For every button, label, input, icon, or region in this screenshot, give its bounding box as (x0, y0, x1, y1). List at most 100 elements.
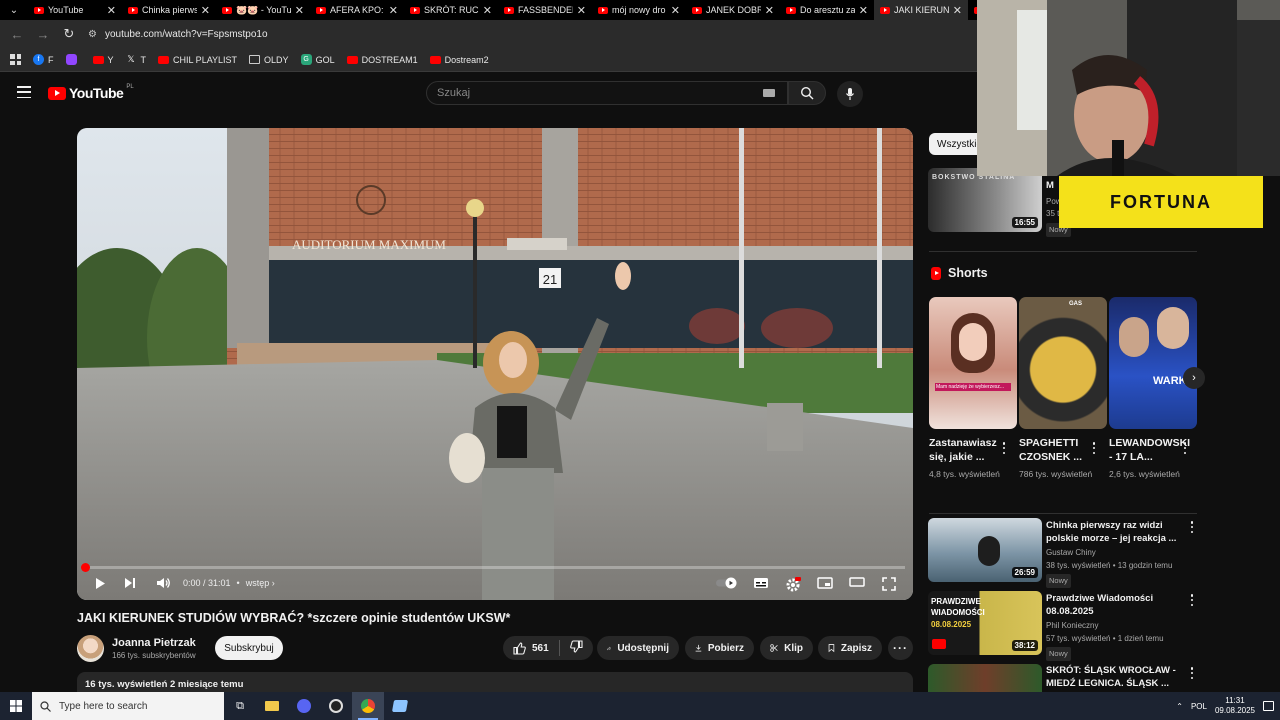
short-menu-button[interactable] (1182, 442, 1188, 454)
close-tab-icon[interactable]: ✕ (295, 4, 304, 17)
video-thumbnail[interactable] (928, 664, 1042, 692)
close-tab-icon[interactable]: ✕ (201, 4, 210, 17)
mute-button[interactable] (155, 577, 171, 589)
chrome-button[interactable] (352, 692, 384, 720)
video-menu-button[interactable] (1189, 667, 1195, 679)
video-menu-button[interactable] (1189, 594, 1195, 606)
fullscreen-button[interactable] (880, 577, 898, 591)
video-channel[interactable]: Phil Konieczny (1046, 620, 1098, 632)
bookmark-item[interactable]: DOSTREAM1 (346, 54, 418, 65)
browser-tab[interactable]: JANEK DOBR ✕ (686, 0, 780, 20)
progress-bar[interactable] (81, 563, 905, 572)
share-button[interactable]: Udostępnij (597, 636, 679, 660)
search-button[interactable] (788, 81, 826, 105)
bookmark-item[interactable] (65, 54, 81, 65)
save-button[interactable]: Zapisz (818, 636, 882, 660)
video-thumbnail[interactable]: 26:59 (928, 518, 1042, 582)
browser-tab[interactable]: Chinka pierwsz✕ (122, 0, 216, 20)
close-tab-icon[interactable]: ✕ (953, 4, 962, 17)
bookmark-item[interactable]: Y (92, 54, 114, 65)
browser-tab[interactable]: YouTube ✕ (28, 0, 122, 20)
channel-avatar[interactable] (77, 634, 104, 662)
notifications-icon[interactable] (1263, 701, 1274, 711)
close-tab-icon[interactable]: ✕ (107, 4, 116, 17)
back-button[interactable]: ← (6, 23, 28, 45)
short-thumbnail[interactable]: WARK (1109, 297, 1197, 429)
browser-tab[interactable]: JAKI KIERUNE✕ (874, 0, 968, 20)
obs-button[interactable] (320, 692, 352, 720)
bookmark-item[interactable]: OLDY (249, 54, 289, 65)
video-title[interactable]: Chinka pierwszy raz widzi polskie morze … (1046, 520, 1178, 545)
url-field[interactable]: ⚙ youtube.com/watch?v=Fspsmstpo1o (88, 23, 268, 45)
channel-name[interactable]: Joanna Pietrzak (112, 637, 196, 649)
video-menu-button[interactable] (1189, 521, 1195, 533)
subscribe-button[interactable]: Subskrybuj (215, 636, 283, 660)
download-button[interactable]: Pobierz (685, 636, 754, 660)
clock[interactable]: 11:31 09.08.2025 (1215, 696, 1255, 716)
language-indicator[interactable]: POL (1191, 702, 1207, 711)
youtube-logo[interactable]: YouTube PL (48, 84, 134, 101)
apps-icon[interactable] (10, 54, 21, 65)
tray-overflow-icon[interactable]: ⌃ (1176, 702, 1183, 711)
browser-tab[interactable]: Do aresztu za ✕ (780, 0, 874, 20)
close-tab-icon[interactable]: ✕ (389, 4, 398, 17)
video-thumbnail[interactable]: PRAWDZIWE WIADOMOŚCI 08.08.2025 38:12 (928, 591, 1042, 655)
video-channel[interactable]: Gustaw Chiny (1046, 547, 1096, 559)
chapter-button[interactable]: wstęp › (246, 578, 275, 588)
bookmark-item[interactable]: fF (33, 54, 54, 65)
keyboard-icon[interactable] (763, 89, 775, 97)
search-input[interactable]: Szukaj (426, 81, 788, 105)
task-view-button[interactable]: ⧉ (224, 692, 256, 720)
video-title[interactable]: SKRÓT: ŚLĄSK WROCŁAW - MIEDŹ LEGNICA. ŚL… (1046, 665, 1178, 690)
short-menu-button[interactable] (1001, 442, 1007, 454)
short-title[interactable]: SPAGHETTI CZOSNEK ... (1019, 436, 1093, 464)
taskbar-search[interactable]: Type here to search (32, 692, 224, 720)
play-button[interactable] (93, 577, 107, 590)
browser-tab[interactable]: AFERA KPO: ✕ (310, 0, 404, 20)
discord-button[interactable] (288, 692, 320, 720)
tab-search-button[interactable]: ⌄ (0, 0, 28, 20)
voice-search-button[interactable] (837, 81, 863, 107)
top-video-thumbnail[interactable]: BOKSTWO STALINA 16:55 (928, 168, 1042, 232)
clip-button[interactable]: Klip (760, 636, 813, 660)
guide-menu-icon[interactable] (17, 86, 31, 98)
theater-mode-button[interactable] (848, 577, 866, 587)
top-video-title[interactable]: M (1046, 180, 1060, 193)
scrubber-handle[interactable] (81, 563, 90, 572)
video-player[interactable]: AUDITORIUM MAXIMUM 21 0:00 / 31:01 • wst… (77, 128, 913, 600)
short-thumbnail[interactable]: GAS (1019, 297, 1107, 429)
settings-button[interactable] (784, 577, 802, 593)
short-thumbnail[interactable]: Mam nadzieję że wybierzesz... (929, 297, 1017, 429)
more-actions-button[interactable]: ··· (888, 636, 913, 660)
close-tab-icon[interactable]: ✕ (577, 4, 586, 17)
autoplay-toggle[interactable] (715, 577, 739, 589)
close-tab-icon[interactable]: ✕ (483, 4, 492, 17)
reload-button[interactable]: ↻ (58, 23, 80, 45)
browser-tab[interactable]: mój nowy dro ✕ (592, 0, 686, 20)
short-menu-button[interactable] (1091, 442, 1097, 454)
miniplayer-button[interactable] (816, 577, 834, 589)
next-button[interactable] (123, 577, 137, 589)
bookmark-item[interactable]: Dostream2 (429, 54, 489, 65)
forward-button[interactable]: → (32, 23, 54, 45)
like-button[interactable]: 561 (513, 641, 549, 655)
browser-tab[interactable]: FASSBENDER ✕ (498, 0, 592, 20)
video-title[interactable]: Prawdziwe Wiadomości 08.08.2025 (1046, 593, 1178, 618)
bookmark-item[interactable]: CHIL PLAYLIST (158, 54, 237, 65)
app-button[interactable] (384, 692, 416, 720)
bookmark-item[interactable]: G GOL (300, 54, 335, 65)
site-info-icon[interactable]: ⚙ (88, 29, 97, 40)
dislike-button[interactable] (569, 640, 583, 656)
shorts-next-button[interactable]: › (1183, 367, 1205, 389)
start-button[interactable] (0, 692, 32, 720)
file-explorer-button[interactable] (256, 692, 288, 720)
close-tab-icon[interactable]: ✕ (765, 4, 774, 17)
bookmark-item[interactable]: 𝕏T (126, 54, 146, 65)
browser-tab[interactable]: SKRÓT: RUCH✕ (404, 0, 498, 20)
close-tab-icon[interactable]: ✕ (859, 4, 868, 17)
browser-tab[interactable]: 🐷🐷 - YouTu ✕ (216, 0, 310, 20)
subtitles-button[interactable] (752, 577, 770, 589)
short-title[interactable]: LEWANDOWSKI - 17 LA... (1109, 436, 1190, 464)
close-tab-icon[interactable]: ✕ (671, 4, 680, 17)
short-title[interactable]: Zastanawiasz się, jakie ... (929, 436, 1003, 464)
